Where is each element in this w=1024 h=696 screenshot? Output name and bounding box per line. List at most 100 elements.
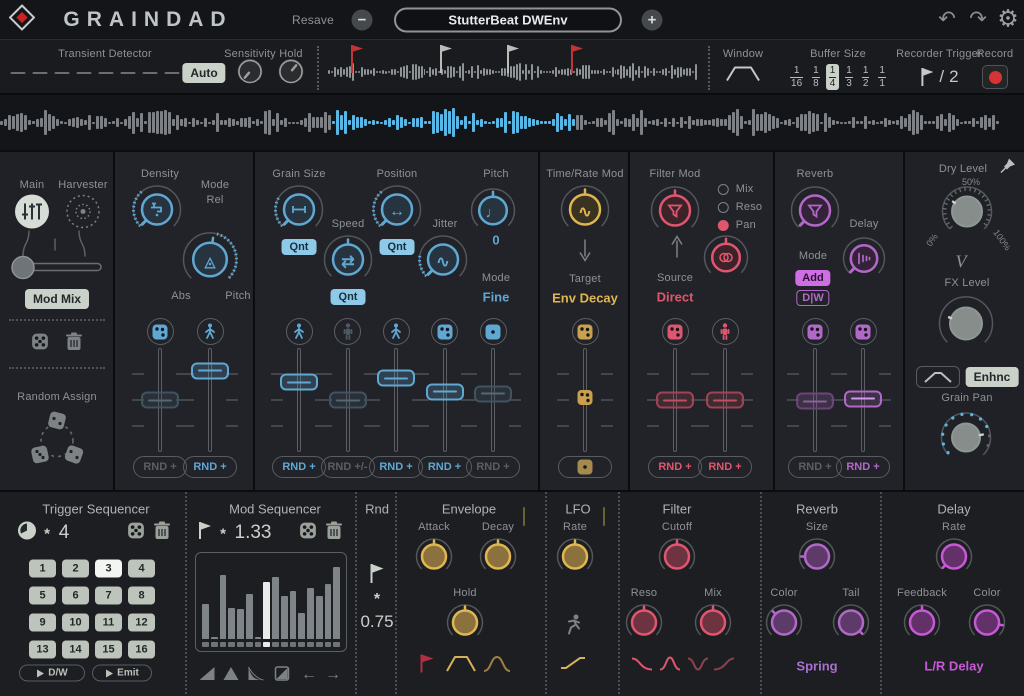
triangle-shape-icon[interactable] [223, 666, 240, 686]
mod-seq-bar[interactable] [237, 609, 244, 639]
emit-trigger-button[interactable]: Emit [92, 665, 152, 682]
trash-icon[interactable] [326, 521, 343, 545]
buffer-waveform[interactable] [0, 95, 1024, 152]
mod-seq-step[interactable] [202, 642, 209, 647]
mod-seq-step[interactable] [246, 642, 253, 647]
mod-seq-bar[interactable] [228, 608, 235, 639]
shift-left-icon[interactable]: ← [301, 666, 317, 684]
trigger-step-16[interactable]: 16 [128, 641, 155, 659]
trash-icon[interactable] [66, 332, 83, 356]
target-value[interactable]: Env Decay [552, 291, 618, 306]
mod-seq-bar[interactable] [220, 575, 227, 639]
trigger-step-9[interactable]: 9 [29, 614, 56, 632]
slider-track[interactable] [297, 348, 301, 452]
envelope-toggle[interactable] [523, 507, 525, 526]
slider-handle[interactable] [141, 392, 179, 409]
speed-knob[interactable]: ⇄ [323, 235, 373, 290]
reverb-knob[interactable] [790, 186, 840, 241]
trigger-step-12[interactable]: 12 [128, 614, 155, 632]
add-preset-button[interactable]: + [642, 10, 663, 31]
mod-amount-slider[interactable] [465, 348, 521, 452]
remove-preset-button[interactable]: − [352, 10, 373, 31]
trigger-step-10[interactable]: 10 [62, 614, 89, 632]
runner-icon[interactable] [563, 614, 583, 641]
mod-seq-step[interactable] [307, 642, 314, 647]
env-hold-knob[interactable] [446, 604, 484, 647]
reso-knob[interactable] [625, 604, 663, 647]
dry-level-knob[interactable] [941, 186, 993, 243]
highpass-icon[interactable] [713, 656, 735, 677]
cutoff-knob[interactable] [658, 538, 696, 581]
transient-waveform[interactable] [328, 54, 698, 90]
reverb-color-knob[interactable] [765, 604, 803, 647]
mod-seq-bar[interactable] [307, 588, 314, 639]
transient-flag-icon[interactable] [570, 45, 584, 75]
mod-seq-bar[interactable] [272, 577, 279, 639]
mod-seq-step[interactable] [220, 642, 227, 647]
mod-seq-step[interactable] [237, 642, 244, 647]
mod-seq-bar[interactable] [281, 596, 288, 639]
mod-amount-slider[interactable] [182, 348, 238, 452]
curve-shape-icon[interactable] [248, 666, 265, 686]
trigger-step-7[interactable]: 7 [95, 587, 122, 605]
resave-label[interactable]: Resave [292, 13, 334, 27]
jitter-knob[interactable]: ∿ [418, 235, 468, 290]
feedback-knob[interactable] [903, 604, 941, 647]
density-knob[interactable] [132, 185, 182, 240]
dice-icon[interactable] [299, 522, 317, 545]
decay-knob[interactable] [479, 538, 517, 581]
redo-icon[interactable]: ↷ [969, 7, 987, 32]
walk-icon[interactable] [383, 318, 410, 345]
mod-sequencer-chart[interactable] [195, 552, 347, 652]
pin-icon[interactable] [1000, 158, 1016, 179]
pan-knob[interactable] [703, 235, 749, 286]
slider-handle[interactable] [706, 392, 744, 409]
mod-seq-bar[interactable] [246, 594, 253, 639]
grain-size-knob[interactable] [274, 185, 324, 240]
slider-handle[interactable] [329, 392, 367, 409]
trigger-step-2[interactable]: 2 [62, 560, 89, 578]
env-flag-icon[interactable] [420, 654, 435, 679]
trigger-step-5[interactable]: 5 [29, 587, 56, 605]
mod-seq-bar[interactable] [211, 637, 218, 639]
trigger-step-1[interactable]: 1 [29, 560, 56, 578]
mod-seq-step[interactable] [211, 642, 218, 647]
randomize-button[interactable] [558, 456, 612, 478]
buffer-option-1-16[interactable]: 116 [787, 64, 806, 90]
random-assign-dice-icon[interactable] [26, 411, 88, 474]
main-source-icon[interactable] [14, 194, 50, 235]
tail-knob[interactable] [832, 604, 870, 647]
mod-seq-bar[interactable] [202, 604, 209, 639]
lowpass-icon[interactable] [631, 656, 653, 677]
slider-handle[interactable] [377, 370, 415, 387]
reverb-mode-value[interactable]: Spring [796, 659, 837, 674]
trigger-step-8[interactable]: 8 [128, 587, 155, 605]
slider-handle[interactable] [191, 362, 229, 379]
randomize-button[interactable]: RND + [698, 456, 752, 478]
time-rate-mod-knob[interactable]: ∿ [560, 185, 610, 240]
undo-icon[interactable]: ↶ [938, 7, 956, 32]
radio-dot-icon[interactable] [718, 202, 729, 213]
slider-handle[interactable] [280, 374, 318, 391]
filter-mod-knob[interactable] [650, 186, 700, 241]
dice-icon[interactable] [572, 318, 599, 345]
mod-seq-bar[interactable] [263, 582, 270, 639]
lfo-rate-knob[interactable] [556, 538, 594, 581]
dice-icon[interactable] [31, 333, 49, 356]
source-value[interactable]: Direct [657, 290, 694, 305]
mod-seq-bar[interactable] [333, 567, 340, 639]
density-mode-knob[interactable]: ◬ [182, 232, 238, 293]
delay-color-knob[interactable] [968, 604, 1006, 647]
size-knob[interactable] [798, 538, 836, 581]
mod-mix-button[interactable]: Mod Mix [25, 289, 89, 309]
mod-mix-slider[interactable] [9, 255, 105, 286]
dice-icon[interactable] [147, 318, 174, 345]
position-knob[interactable]: ↔ [372, 185, 422, 240]
shift-right-icon[interactable]: → [325, 666, 341, 684]
randomize-button[interactable]: RND + [836, 456, 890, 478]
dice-icon[interactable] [850, 318, 877, 345]
enhance-button[interactable]: Enhnc [966, 367, 1019, 387]
randomize-button[interactable]: RND + [133, 456, 187, 478]
trigger-multiplier-value[interactable]: 4 [59, 522, 70, 544]
dice-icon[interactable] [127, 522, 145, 545]
